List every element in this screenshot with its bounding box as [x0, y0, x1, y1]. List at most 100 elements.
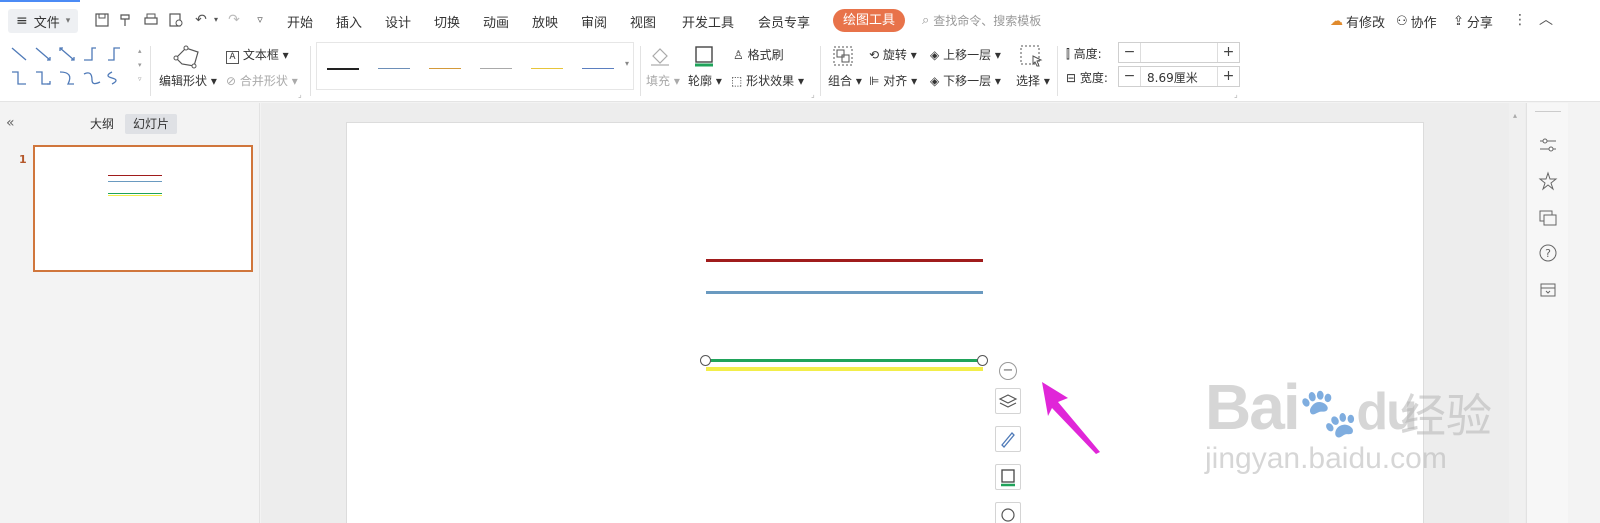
line-style-option[interactable]	[429, 68, 461, 69]
slide-thumbnail[interactable]	[33, 145, 253, 272]
archive-icon[interactable]	[1538, 279, 1558, 299]
group-button[interactable]: 组合 ▾	[828, 72, 862, 89]
textbox-button[interactable]: A 文本框 ▾	[226, 46, 289, 64]
height-decrease-button[interactable]: −	[1119, 43, 1141, 62]
tab-slides[interactable]: 幻灯片	[125, 114, 178, 134]
height-spinbox[interactable]: − +	[1118, 42, 1240, 63]
line-style-gallery[interactable]: ▾	[316, 42, 634, 90]
tab-outline[interactable]: 大纲	[82, 114, 122, 134]
line-style-option[interactable]	[480, 68, 512, 69]
share-button[interactable]: ⇪ 分享	[1453, 12, 1493, 31]
layers-float-button[interactable]	[995, 388, 1021, 414]
save-icon[interactable]	[94, 12, 110, 28]
fill-icon[interactable]	[648, 44, 672, 68]
shape-effects-button[interactable]: ⬚ 形状效果 ▾	[731, 72, 804, 89]
undo-dropdown-icon[interactable]: ▾	[208, 12, 224, 28]
outline-icon[interactable]	[692, 44, 716, 68]
vertical-scrollbar[interactable]: ▴	[1509, 103, 1525, 523]
tab-drawing-tools[interactable]: 绘图工具	[833, 9, 905, 32]
search-icon: ⌕	[922, 13, 930, 28]
collaborate-button[interactable]: ⚇ 协作	[1396, 12, 1437, 31]
line-style-expand-icon[interactable]: ▾	[625, 59, 629, 68]
merge-shapes-button[interactable]: ⊘ 合并形状 ▾	[226, 72, 298, 89]
outline-float-button[interactable]	[995, 464, 1021, 490]
select-pane-icon[interactable]	[1019, 44, 1045, 68]
redo-icon[interactable]: ↷	[226, 12, 242, 28]
zoom-icon	[1001, 508, 1015, 522]
undo-icon[interactable]: ↶	[193, 12, 209, 28]
dialog-launcher-icon[interactable]: ⌟	[1234, 90, 1238, 99]
tab-animation[interactable]: 动画	[483, 12, 509, 31]
fill-button[interactable]: 填充 ▾	[646, 72, 680, 89]
tab-design[interactable]: 设计	[385, 12, 411, 31]
tab-home[interactable]: 开始	[287, 12, 313, 31]
line-start-handle[interactable]	[700, 355, 711, 366]
width-spinbox[interactable]: − 8.69厘米 +	[1118, 66, 1240, 87]
shape-gallery-scroll[interactable]: ▴ ▾ ▿	[138, 44, 146, 90]
tab-membership[interactable]: 会员专享	[758, 12, 810, 31]
select-button[interactable]: 选择 ▾	[1016, 72, 1050, 89]
edit-shape-button[interactable]: 编辑形状 ▾	[159, 72, 217, 89]
tab-slideshow[interactable]: 放映	[532, 12, 558, 31]
scroll-up-icon[interactable]: ▴	[1513, 111, 1521, 120]
line-shapes-gallery[interactable]	[8, 44, 136, 90]
dialog-launcher-icon[interactable]: ⌟	[811, 90, 815, 99]
height-increase-button[interactable]: +	[1217, 43, 1239, 62]
more-options-icon[interactable]: ⋮	[1512, 12, 1528, 28]
width-label: ⊟ 宽度:	[1066, 71, 1108, 85]
collapse-ribbon-icon[interactable]: ︿	[1538, 12, 1554, 28]
height-label: ⫿ 高度:	[1066, 47, 1102, 61]
width-decrease-button[interactable]: −	[1119, 67, 1141, 86]
rotate-icon: ⟲	[869, 48, 880, 62]
width-value[interactable]: 8.69厘米	[1147, 69, 1198, 86]
dialog-launcher-icon[interactable]: ⌟	[298, 90, 302, 99]
height-icon: ⫿	[1066, 47, 1070, 61]
file-menu-label: 文件	[33, 15, 60, 31]
customize-toolbar-icon[interactable]: ▿	[252, 12, 268, 28]
file-menu-button[interactable]: ≡ 文件 ▾	[8, 9, 79, 33]
width-increase-button[interactable]: +	[1217, 67, 1239, 86]
menu-bar: ≡ 文件 ▾ ↶ ▾ ↷ ▿ 开始 插入 设计 切换 动画 放映 审阅 视图 开…	[0, 0, 1600, 40]
tab-transition[interactable]: 切换	[434, 12, 460, 31]
line-end-handle[interactable]	[977, 355, 988, 366]
group-icon[interactable]	[831, 44, 855, 68]
format-brush-icon[interactable]	[118, 12, 134, 28]
red-line-shape[interactable]	[706, 259, 983, 262]
help-icon[interactable]: ?	[1538, 243, 1558, 263]
properties-icon[interactable]	[1538, 135, 1558, 155]
tab-review[interactable]: 审阅	[581, 12, 607, 31]
star-icon[interactable]	[1538, 171, 1558, 191]
edit-shape-icon[interactable]	[172, 44, 202, 70]
textbox-icon: A	[226, 51, 239, 64]
line-style-option[interactable]	[378, 68, 410, 69]
format-painter-button[interactable]: ♙ 格式刷	[733, 46, 784, 63]
brush-icon	[1001, 432, 1015, 448]
layers-up-icon: ◈	[930, 48, 940, 62]
collapse-pane-icon[interactable]: «	[6, 115, 15, 131]
modified-status-button[interactable]: ☁ 有修改	[1330, 12, 1385, 31]
tab-developer[interactable]: 开发工具	[682, 12, 734, 31]
tab-insert[interactable]: 插入	[336, 12, 362, 31]
style-float-button[interactable]	[995, 426, 1021, 452]
outline-button[interactable]: 轮廓 ▾	[688, 72, 722, 89]
yellow-line-shape[interactable]	[706, 367, 983, 371]
rotate-button[interactable]: ⟲ 旋转 ▾	[869, 46, 917, 63]
line-style-option[interactable]	[582, 68, 614, 69]
blue-line-shape[interactable]	[706, 291, 983, 294]
shape-effects-icon: ⬚	[731, 74, 743, 88]
tab-view[interactable]: 视图	[630, 12, 656, 31]
align-icon: ⊫	[869, 74, 880, 88]
send-backward-button[interactable]: ◈ 下移一层 ▾	[930, 72, 1001, 89]
align-button[interactable]: ⊫ 对齐 ▾	[869, 72, 917, 89]
line-style-option[interactable]	[531, 68, 563, 69]
green-line-shape-selected[interactable]	[706, 359, 983, 362]
svg-text:?: ?	[1545, 247, 1551, 260]
bring-forward-button[interactable]: ◈ 上移一层 ▾	[930, 46, 1001, 63]
line-style-option[interactable]	[327, 68, 359, 70]
collapse-float-icon[interactable]: −	[999, 362, 1017, 380]
print-icon[interactable]	[143, 12, 159, 28]
command-search[interactable]: ⌕ 查找命令、搜索模板	[922, 12, 1041, 29]
print-preview-icon[interactable]	[168, 12, 184, 28]
more-float-button[interactable]	[995, 502, 1021, 523]
slides-panel-icon[interactable]	[1538, 207, 1558, 227]
